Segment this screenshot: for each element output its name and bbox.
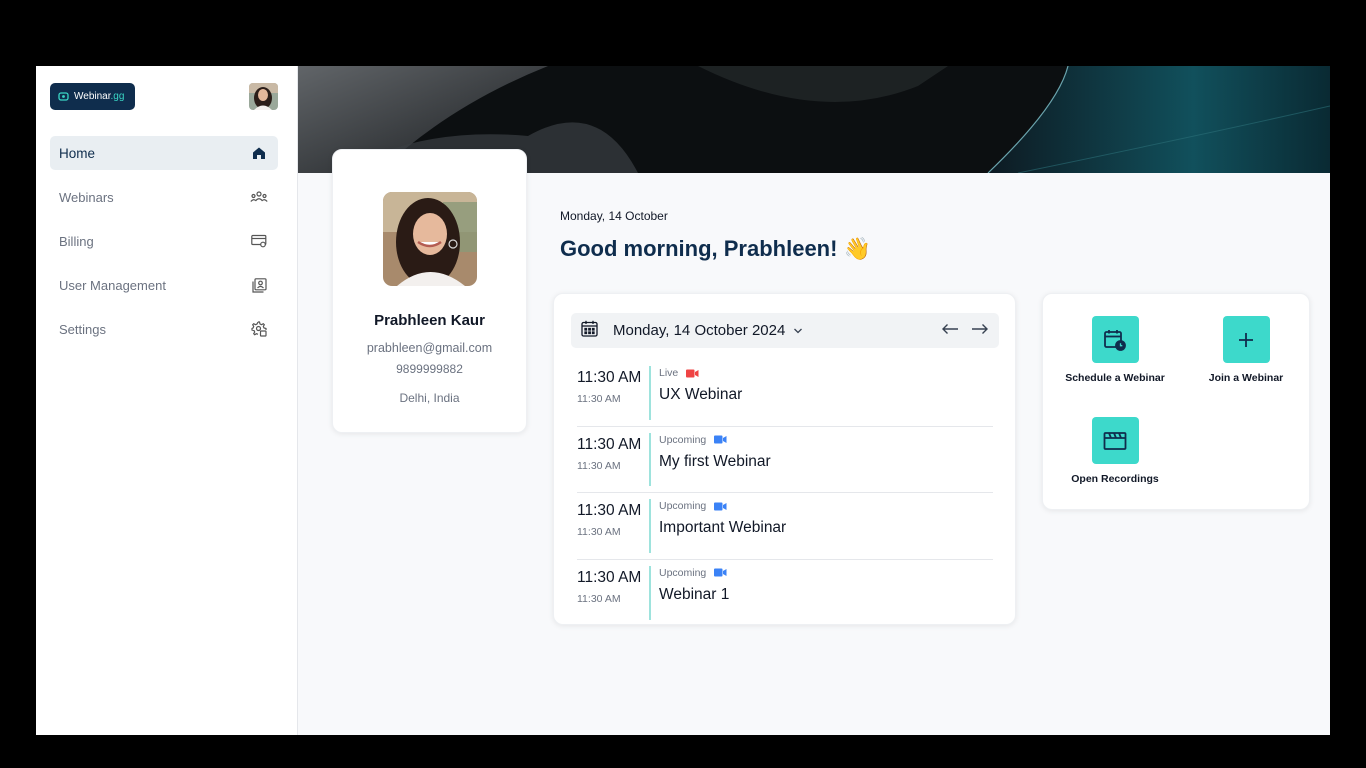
action-label: Join a Webinar bbox=[1208, 372, 1284, 384]
sidebar-item-user-management[interactable]: User Management bbox=[50, 268, 278, 302]
app-window: Webinar.gg Home Webinars Billing User Ma… bbox=[36, 66, 1330, 735]
schedule-card: Monday, 14 October 2024 11:30 AM 11:30 A… bbox=[553, 293, 1016, 625]
event-time: 11:30 AM 11:30 AM bbox=[577, 560, 649, 627]
event-time: 11:30 AM 11:30 AM bbox=[577, 493, 649, 559]
arrow-right-icon[interactable] bbox=[971, 322, 989, 340]
event-time: 11:30 AM 11:30 AM bbox=[577, 360, 649, 426]
page-title: Good morning, Prabhleen! 👋 bbox=[560, 236, 871, 262]
sidebar-item-label: Settings bbox=[59, 321, 106, 337]
event-start-time: 11:30 AM bbox=[577, 435, 642, 453]
event-start-time: 11:30 AM bbox=[577, 369, 642, 386]
event-sub-time: 11:30 AM bbox=[577, 592, 621, 605]
event-body: Live UX Webinar bbox=[659, 360, 742, 426]
billing-card-icon bbox=[249, 231, 269, 251]
home-icon bbox=[249, 143, 269, 163]
join-webinar-action[interactable]: Join a Webinar bbox=[1181, 316, 1311, 384]
event-sub-time: 11:30 AM bbox=[577, 393, 621, 405]
event-list: 11:30 AM 11:30 AM Live UX Webinar 11:30 … bbox=[577, 360, 993, 626]
event-divider bbox=[649, 366, 651, 420]
quick-actions-card: Schedule a Webinar Join a Webinar Open R… bbox=[1042, 293, 1310, 510]
calendar-icon[interactable] bbox=[581, 320, 598, 342]
event-status: Upcoming bbox=[659, 500, 786, 512]
selected-date[interactable]: Monday, 14 October 2024 bbox=[613, 322, 785, 339]
event-title: Important Webinar bbox=[659, 519, 787, 536]
logo-text: Webinar.gg bbox=[74, 91, 125, 102]
profile-email: prabhleen@gmail.com bbox=[366, 341, 493, 355]
date-picker-bar: Monday, 14 October 2024 bbox=[571, 313, 999, 348]
event-status: Upcoming bbox=[659, 567, 729, 579]
profile-card: Prabhleen Kaur prabhleen@gmail.com 98999… bbox=[332, 149, 527, 433]
status-label: Upcoming bbox=[659, 500, 707, 512]
avatar[interactable] bbox=[249, 83, 278, 110]
schedule-webinar-button[interactable] bbox=[1091, 316, 1139, 363]
action-label: Schedule a Webinar bbox=[1065, 372, 1165, 384]
group-icon bbox=[249, 187, 269, 207]
sidebar-item-label: Webinars bbox=[59, 189, 114, 205]
event-title: UX Webinar bbox=[659, 386, 743, 403]
event-sub-time: 11:30 AM bbox=[577, 526, 621, 538]
sidebar-item-home[interactable]: Home bbox=[50, 136, 278, 170]
event-divider bbox=[649, 499, 651, 553]
sidebar: Webinar.gg Home Webinars Billing User Ma… bbox=[36, 66, 298, 735]
event-status: Live bbox=[659, 367, 742, 379]
event-divider bbox=[649, 565, 651, 620]
video-camera-icon bbox=[714, 502, 727, 510]
logo[interactable]: Webinar.gg bbox=[50, 83, 135, 110]
open-recordings-action[interactable]: Open Recordings bbox=[1050, 417, 1180, 485]
wave-emoji: 👋 bbox=[843, 236, 871, 261]
profile-name: Prabhleen Kaur bbox=[374, 312, 485, 329]
event-row[interactable]: 11:30 AM 11:30 AM Live UX Webinar bbox=[577, 360, 993, 427]
status-label: Upcoming bbox=[659, 433, 707, 446]
event-start-time: 11:30 AM bbox=[577, 568, 642, 586]
event-title: My first Webinar bbox=[659, 452, 771, 470]
event-sub-time: 11:30 AM bbox=[577, 459, 621, 472]
sidebar-item-label: Billing bbox=[59, 233, 94, 249]
event-title: Webinar 1 bbox=[659, 585, 730, 603]
status-label: Live bbox=[659, 367, 679, 379]
sidebar-item-settings[interactable]: Settings bbox=[50, 312, 278, 346]
clapperboard-icon bbox=[1103, 431, 1127, 450]
greeting-text: Good morning, Prabhleen! bbox=[560, 236, 838, 261]
join-webinar-button[interactable] bbox=[1222, 316, 1270, 363]
event-body: Upcoming My first Webinar bbox=[659, 427, 771, 493]
profile-photo bbox=[383, 192, 477, 286]
event-divider bbox=[649, 432, 651, 486]
event-start-time: 11:30 AM bbox=[577, 502, 642, 519]
event-body: Upcoming Webinar 1 bbox=[659, 560, 729, 627]
sidebar-item-webinars[interactable]: Webinars bbox=[50, 180, 278, 214]
event-body: Upcoming Important Webinar bbox=[659, 493, 786, 559]
logo-icon bbox=[58, 91, 69, 101]
plus-icon bbox=[1239, 332, 1253, 347]
gear-icon bbox=[249, 319, 269, 339]
profile-location: Delhi, India bbox=[399, 391, 460, 405]
video-camera-icon bbox=[686, 369, 699, 377]
event-row[interactable]: 11:30 AM 11:30 AM Upcoming Webinar 1 bbox=[577, 560, 993, 627]
date-nav bbox=[941, 322, 989, 340]
action-label: Open Recordings bbox=[1071, 473, 1159, 485]
chevron-down-icon[interactable] bbox=[793, 327, 803, 335]
sidebar-item-label: Home bbox=[59, 145, 96, 161]
current-date: Monday, 14 October bbox=[560, 209, 668, 223]
video-camera-icon bbox=[714, 435, 727, 444]
sidebar-item-label: User Management bbox=[59, 277, 166, 293]
user-profile-icon bbox=[249, 275, 269, 295]
event-row[interactable]: 11:30 AM 11:30 AM Upcoming My first Webi… bbox=[577, 427, 993, 493]
schedule-webinar-action[interactable]: Schedule a Webinar bbox=[1050, 316, 1180, 384]
arrow-left-icon[interactable] bbox=[941, 322, 959, 340]
video-camera-icon bbox=[714, 568, 727, 577]
open-recordings-button[interactable] bbox=[1091, 417, 1139, 464]
calendar-clock-icon bbox=[1104, 329, 1126, 351]
profile-phone: 9899999882 bbox=[396, 362, 463, 376]
event-row[interactable]: 11:30 AM 11:30 AM Upcoming Important Web… bbox=[577, 493, 993, 560]
sidebar-item-billing[interactable]: Billing bbox=[50, 224, 278, 258]
status-label: Upcoming bbox=[659, 566, 707, 579]
event-status: Upcoming bbox=[659, 434, 771, 446]
sidebar-nav: Home Webinars Billing User Management Se… bbox=[50, 136, 278, 356]
event-time: 11:30 AM 11:30 AM bbox=[577, 427, 649, 493]
